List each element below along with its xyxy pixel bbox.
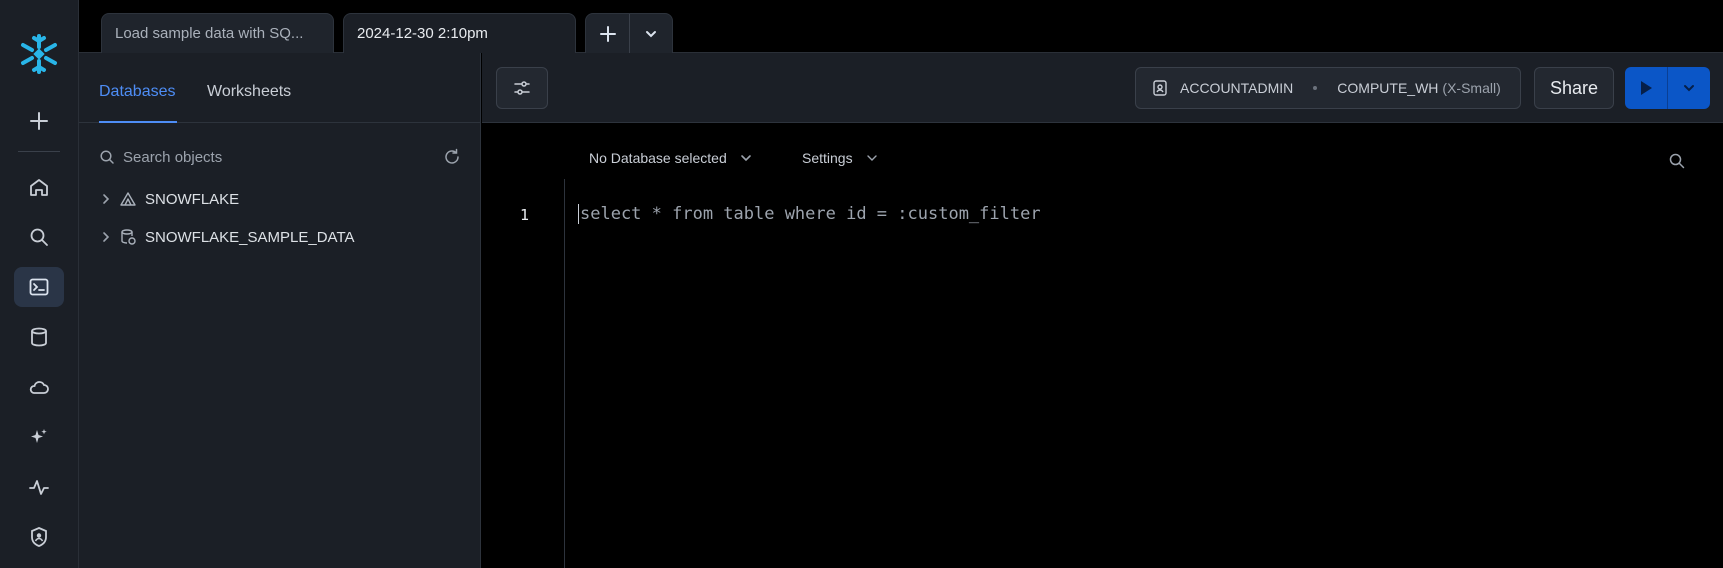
terminal-icon (29, 278, 49, 296)
nav-search[interactable] (14, 217, 64, 257)
role-label: ACCOUNTADMIN (1180, 80, 1294, 96)
object-search (99, 143, 461, 171)
new-worksheet-button[interactable] (586, 14, 629, 53)
database-selector-label: No Database selected (589, 150, 727, 166)
home-icon (30, 179, 48, 196)
share-button[interactable]: Share (1534, 67, 1614, 109)
nav-admin[interactable] (14, 517, 64, 557)
chevron-down-icon (646, 30, 656, 37)
run-options-button[interactable] (1667, 67, 1710, 109)
active-tab-indicator (99, 121, 177, 123)
line-number: 1 (520, 206, 530, 224)
worksheet-toolbar: ACCOUNTADMIN COMPUTE_WH (X-Small) Share (482, 53, 1723, 123)
left-nav-rail (0, 0, 79, 568)
plus-icon (599, 25, 616, 42)
worksheet-tab-active[interactable]: 2024-12-30 2:10pm (343, 13, 576, 53)
database-icon (31, 327, 47, 347)
warehouse-label: COMPUTE_WH (1337, 80, 1439, 96)
run-button[interactable] (1625, 67, 1667, 109)
tab-databases[interactable]: Databases (99, 83, 176, 101)
worksheet-tab-strip: Load sample data with SQ... 2024-12-30 2… (79, 0, 1723, 53)
create-button[interactable] (14, 101, 64, 141)
role-warehouse-selector[interactable]: ACCOUNTADMIN COMPUTE_WH (X-Small) (1135, 67, 1521, 109)
chevron-down-icon (1684, 85, 1694, 92)
sql-editor: No Database selected Settings 1 select *… (482, 124, 1723, 568)
search-objects-input[interactable] (123, 148, 443, 166)
worksheet-tab[interactable]: Load sample data with SQ... (101, 13, 334, 53)
nav-monitoring[interactable] (14, 467, 64, 507)
database-shared-icon (119, 228, 145, 246)
chevron-right-icon[interactable] (101, 193, 115, 205)
worksheet-tab-label: 2024-12-30 2:10pm (357, 25, 488, 42)
role-badge-icon (1152, 79, 1168, 97)
database-selector[interactable]: No Database selected (589, 150, 753, 166)
object-browser-panel: Databases Worksheets SNOWFLAKE SNOWFLAKE… (79, 53, 481, 568)
nav-data-products[interactable] (14, 367, 64, 407)
worksheet-tab-label: Load sample data with SQ... (115, 25, 304, 42)
activity-icon (29, 480, 49, 495)
tree-item-label: SNOWFLAKE (145, 190, 240, 208)
rail-divider (18, 151, 60, 152)
chevron-right-icon[interactable] (101, 231, 115, 243)
chevron-down-icon (866, 155, 877, 161)
search-icon (30, 228, 48, 246)
play-icon (1641, 81, 1652, 95)
refresh-icon[interactable] (443, 148, 461, 166)
plus-icon (30, 112, 48, 130)
separator-dot (1313, 86, 1318, 90)
nav-data[interactable] (14, 317, 64, 357)
browser-tabs: Databases Worksheets (79, 53, 480, 123)
search-icon[interactable] (1668, 152, 1686, 170)
nav-home[interactable] (14, 167, 64, 207)
run-button-group (1625, 67, 1710, 109)
cloud-icon (29, 381, 49, 394)
sparkle-icon (31, 429, 47, 443)
nav-projects-worksheets[interactable] (14, 267, 64, 307)
nav-ai-ml[interactable] (14, 417, 64, 457)
tree-item-database[interactable]: SNOWFLAKE_SAMPLE_DATA (101, 223, 355, 251)
share-icon (119, 191, 145, 207)
settings-dropdown[interactable]: Settings (802, 150, 879, 166)
tab-actions (585, 13, 673, 53)
search-icon (100, 150, 114, 164)
warehouse-size: (X-Small) (1442, 80, 1501, 96)
settings-label: Settings (802, 150, 853, 166)
sliders-icon (514, 81, 530, 95)
snowflake-logo-icon[interactable] (17, 32, 61, 76)
tab-menu-button[interactable] (629, 14, 672, 53)
code-line[interactable]: select * from table where id = :custom_f… (578, 204, 1041, 224)
chevron-down-icon (740, 155, 751, 162)
gutter-divider (564, 179, 565, 568)
tab-worksheets[interactable]: Worksheets (207, 83, 291, 101)
tree-item-database[interactable]: SNOWFLAKE (101, 185, 239, 213)
tree-item-label: SNOWFLAKE_SAMPLE_DATA (145, 228, 355, 246)
filters-button[interactable] (496, 67, 548, 109)
shield-user-icon (31, 527, 47, 547)
